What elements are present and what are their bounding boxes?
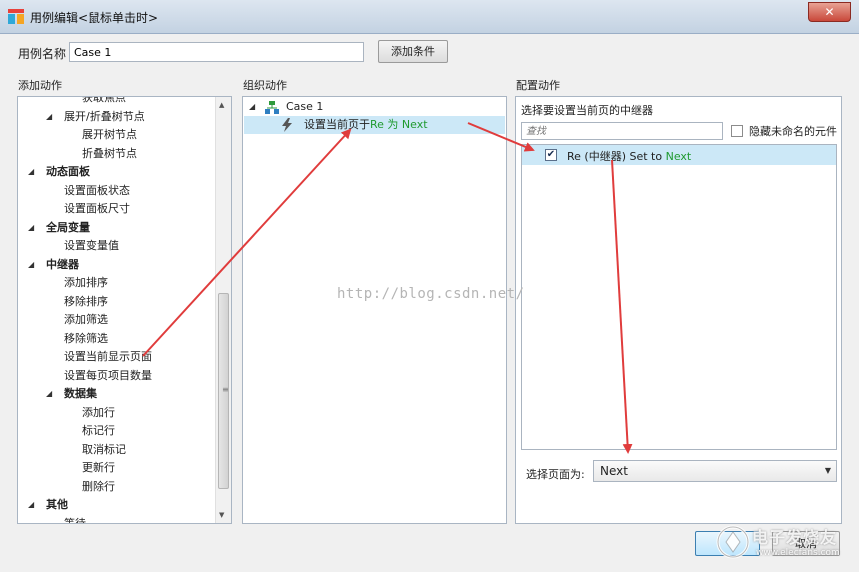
tree-item-label: 其他	[46, 498, 68, 511]
tree-item-label: 等待	[64, 516, 86, 524]
tree-item-label: 数据集	[64, 387, 97, 400]
repeater-list: ✔ Re (中继器) Set to Next	[521, 144, 837, 450]
action-tree-scrollbar[interactable]: ▲ ≡ ▼	[215, 97, 231, 523]
add-action-label: 添加动作	[18, 79, 62, 92]
watermark-logo-icon	[716, 525, 750, 559]
collapse-icon[interactable]: ◢	[28, 219, 34, 237]
repeater-row[interactable]: ✔ Re (中继器) Set to Next	[522, 145, 836, 165]
repeater-row-label: Re (中继器) Set to Next	[567, 150, 692, 163]
tree-item-label: 折叠树节点	[82, 146, 137, 160]
scroll-down-icon[interactable]: ▼	[219, 511, 224, 519]
case-name-label: 用例名称	[18, 47, 67, 61]
tree-item-label: 取消标记	[82, 442, 126, 456]
repeater-checkbox[interactable]: ✔	[545, 149, 557, 161]
organize-action-panel: ◢ Case 1 设置当前页于 Re 为 Next	[242, 96, 507, 524]
action-node-prefix: 设置当前页于	[304, 118, 370, 131]
select-repeater-title: 选择要设置当前页的中继器	[521, 104, 653, 117]
tree-item-label: 标记行	[82, 424, 115, 437]
app-icon	[8, 9, 24, 24]
hide-unnamed-checkbox[interactable]	[731, 125, 743, 137]
watermark-text: http://blog.csdn.net/	[337, 286, 525, 302]
organize-action-label: 组织动作	[243, 79, 287, 92]
collapse-icon[interactable]: ◢	[46, 385, 52, 403]
page-select-value: Next	[600, 464, 628, 478]
window-title: 用例编辑<鼠标单击时>	[30, 11, 159, 25]
collapse-icon[interactable]: ◢	[28, 496, 34, 514]
search-input[interactable]	[521, 122, 723, 140]
tree-item-label: 更新行	[82, 461, 115, 474]
action-node-target: Re 为 Next	[370, 118, 428, 131]
tree-item-label: 设置每页项目数量	[64, 368, 152, 382]
grip-icon: ≡	[222, 385, 229, 394]
tree-item-label: 设置面板尺寸	[64, 202, 130, 215]
title-bar: 用例编辑<鼠标单击时> ✕	[0, 0, 859, 34]
tree-item-label: 展开树节点	[82, 128, 137, 141]
tree-item-label: 移除筛选	[64, 331, 108, 345]
collapse-icon[interactable]: ◢	[28, 256, 34, 274]
elecfans-watermark: 电子发烧友 www.elecfans.com	[712, 520, 842, 570]
collapse-icon[interactable]: ◢	[46, 108, 52, 126]
tree-item-label: 设置变量值	[64, 239, 119, 252]
chevron-down-icon: ▼	[824, 466, 831, 475]
dialog-body: 用例名称 添加条件 添加动作 组织动作 配置动作 获取焦点 ◢ 展开/折叠树节点展开…	[0, 34, 859, 572]
tree-item-label: 获取焦点	[82, 96, 126, 104]
tree-item-label: 全局变量	[46, 220, 90, 234]
case-name-input[interactable]	[69, 42, 364, 62]
case-tree-icon	[265, 101, 279, 114]
hide-unnamed-label: 隐藏未命名的元件	[749, 125, 837, 138]
tree-item-label: 设置面板状态	[64, 183, 130, 197]
tree-item-label: 中继器	[46, 257, 79, 271]
tree-item-label: 添加行	[82, 405, 115, 419]
scrollbar-thumb[interactable]: ≡	[218, 293, 229, 489]
tree-item-label: 添加筛选	[64, 313, 108, 326]
add-condition-button[interactable]: 添加条件	[378, 40, 448, 63]
tree-item-label: 动态面板	[46, 165, 90, 178]
close-button[interactable]: ✕	[808, 2, 851, 22]
case-node-label: Case 1	[286, 100, 324, 113]
tree-item-label: 删除行	[82, 479, 115, 493]
tree-item-label: 设置当前显示页面	[64, 350, 152, 363]
watermark-logo-url: www.elecfans.com	[756, 548, 840, 558]
add-action-panel: 获取焦点 ◢ 展开/折叠树节点展开树节点折叠树节点 ◢ 动态面板设置面板状态 设置面板尺寸…	[17, 96, 232, 524]
configure-action-panel: 选择要设置当前页的中继器 隐藏未命名的元件 ✔ Re (中继器) Set to …	[515, 96, 842, 524]
scroll-up-icon[interactable]: ▲	[219, 101, 224, 109]
check-icon: ✔	[546, 149, 556, 160]
tree-item-label: 移除排序	[64, 294, 108, 308]
select-page-label: 选择页面为:	[526, 468, 585, 481]
collapse-icon[interactable]: ◢	[28, 163, 34, 181]
tree-item-label: 展开/折叠树节点	[64, 109, 145, 123]
configure-action-label: 配置动作	[516, 79, 560, 92]
page-select[interactable]: Next ▼	[593, 460, 837, 482]
tree-item-label: 添加排序	[64, 276, 108, 289]
watermark-logo-text: 电子发烧友	[752, 528, 838, 547]
lightning-icon	[281, 118, 293, 132]
collapse-icon[interactable]: ◢	[249, 98, 255, 116]
